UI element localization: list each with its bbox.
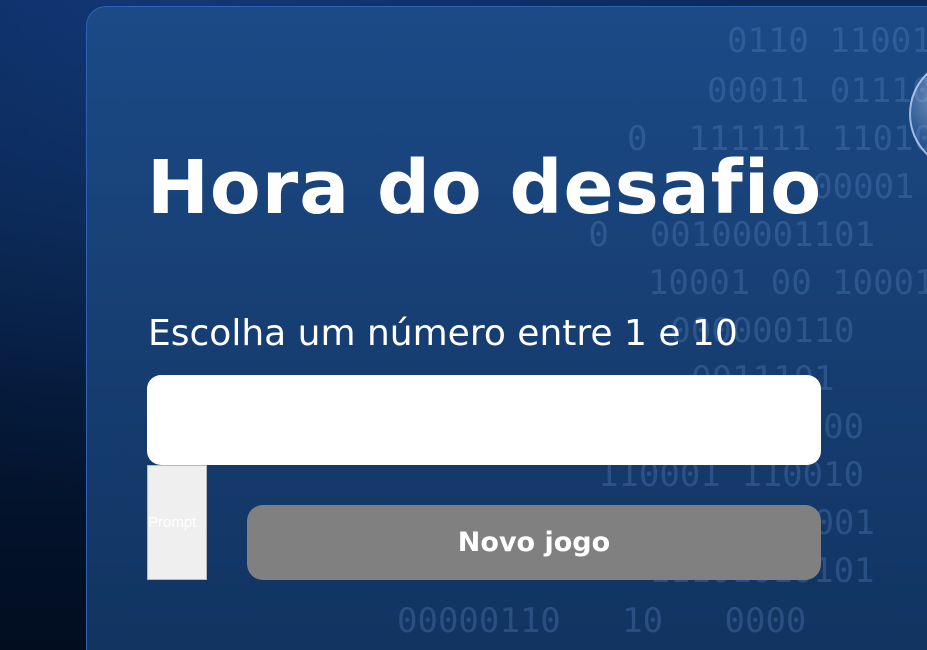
prompt-button[interactable]: Prompt xyxy=(147,465,207,580)
number-input[interactable] xyxy=(147,375,821,465)
binary-row: 00000110 10 0000 xyxy=(397,601,807,641)
game-card: 0110 11001 00011 011100 0 111111 11010 0… xyxy=(86,6,927,650)
new-game-button[interactable]: Novo jogo xyxy=(247,505,821,580)
number-prompt-label: Escolha um número entre 1 e 10 xyxy=(148,313,738,354)
binary-row: 0110 11001 xyxy=(727,21,927,61)
binary-row: 00011 011100 xyxy=(707,71,927,111)
binary-row: 10001 00 10001 xyxy=(607,263,927,303)
page-title: Hora do desafio xyxy=(147,145,823,231)
